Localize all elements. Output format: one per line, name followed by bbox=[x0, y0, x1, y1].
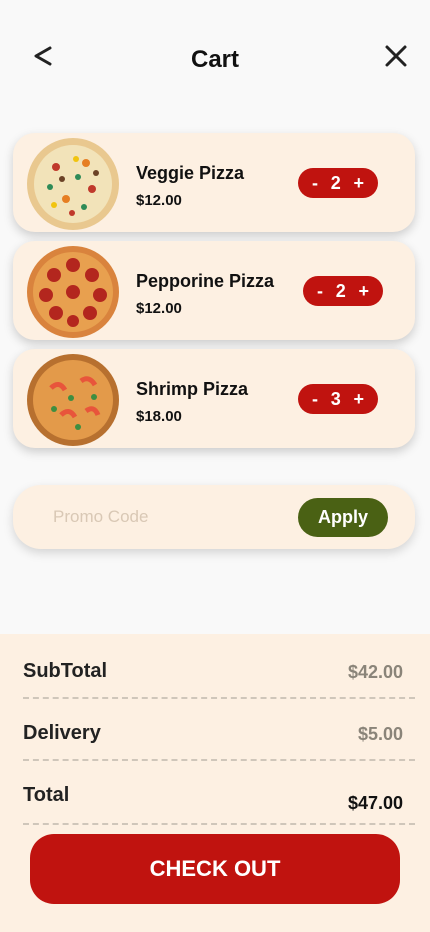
pepperoni-pizza-image bbox=[27, 246, 119, 338]
header: Cart bbox=[0, 0, 430, 110]
divider bbox=[23, 823, 415, 825]
item-name: Veggie Pizza bbox=[136, 163, 245, 183]
item-price: $18.00 bbox=[136, 408, 182, 425]
divider bbox=[23, 697, 415, 699]
cart-item-pepporine-pizza: Pepporine Pizza $12.00 - 2 + bbox=[13, 241, 415, 340]
order-summary: SubTotal $42.00 Delivery $5.00 Total $47… bbox=[0, 634, 430, 932]
close-icon[interactable] bbox=[384, 42, 408, 70]
quantity-value: 2 bbox=[335, 280, 346, 301]
decrement-button[interactable]: - bbox=[312, 174, 318, 192]
quantity-value: 3 bbox=[330, 388, 341, 409]
veggie-pizza-image bbox=[27, 138, 119, 230]
cart-item-veggie-pizza: Veggie Pizza $12.00 - 2 + bbox=[13, 133, 415, 232]
decrement-button[interactable]: - bbox=[312, 390, 318, 408]
checkout-button[interactable]: CHECK OUT bbox=[30, 834, 400, 904]
promo-code-bar: Apply bbox=[13, 485, 415, 549]
quantity-stepper: - 2 + bbox=[303, 276, 383, 306]
increment-button[interactable]: + bbox=[353, 174, 364, 192]
increment-button[interactable]: + bbox=[353, 390, 364, 408]
quantity-stepper: - 3 + bbox=[298, 384, 378, 414]
subtotal-label: SubTotal bbox=[23, 660, 108, 682]
total-label: Total bbox=[23, 784, 70, 806]
item-price: $12.00 bbox=[136, 192, 182, 209]
cart-item-shrimp-pizza: Shrimp Pizza $18.00 - 3 + bbox=[13, 349, 415, 448]
quantity-stepper: - 2 + bbox=[298, 168, 378, 198]
decrement-button[interactable]: - bbox=[317, 282, 323, 300]
item-name: Shrimp Pizza bbox=[136, 379, 249, 399]
page-title: Cart bbox=[190, 46, 239, 73]
item-price: $12.00 bbox=[136, 300, 182, 317]
increment-button[interactable]: + bbox=[358, 282, 369, 300]
shrimp-pizza-image bbox=[27, 354, 119, 446]
delivery-value: $5.00 bbox=[357, 724, 403, 744]
delivery-label: Delivery bbox=[23, 722, 101, 744]
promo-code-input[interactable] bbox=[53, 501, 283, 533]
subtotal-value: $42.00 bbox=[347, 662, 403, 682]
total-value: $47.00 bbox=[347, 793, 403, 813]
quantity-value: 2 bbox=[330, 172, 341, 193]
apply-button[interactable]: Apply bbox=[298, 498, 388, 537]
item-name: Pepporine Pizza bbox=[136, 271, 275, 291]
divider bbox=[23, 759, 415, 761]
